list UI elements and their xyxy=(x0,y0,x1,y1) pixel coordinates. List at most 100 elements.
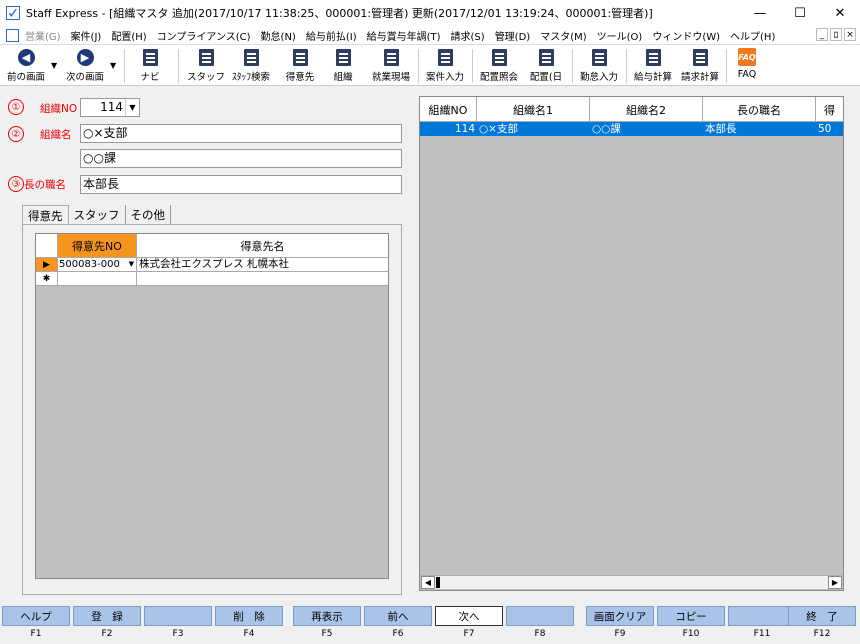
f7-next-button[interactable]: 次へ xyxy=(435,606,503,626)
menu-placement[interactable]: 配置(H) xyxy=(111,28,146,43)
maximize-button[interactable]: ☐ xyxy=(780,0,820,26)
column-header-org-name1[interactable]: 組織名1 xyxy=(477,97,590,122)
payroll-calc-icon xyxy=(645,48,661,66)
tab-customer[interactable]: 得意先 xyxy=(22,205,69,226)
worksite-icon xyxy=(383,48,399,66)
marker-2: ② xyxy=(8,126,24,142)
f4-delete-button[interactable]: 削 除 xyxy=(215,606,283,626)
billing-calc-button[interactable]: 請求計算 xyxy=(677,45,723,86)
prev-history-dropdown-icon[interactable]: ▼ xyxy=(51,61,57,70)
customer-grid[interactable]: 得意先NO 得意先名 ▶ 500083-000 ▼ 株式会社エクスプレス 札幌本… xyxy=(35,233,389,579)
customer-no-cell[interactable]: 500083-000 ▼ xyxy=(58,258,137,272)
customer-name-cell[interactable]: 株式会社エクスプレス 札幌本社 xyxy=(137,258,388,272)
menu-case[interactable]: 案件(J) xyxy=(71,28,102,43)
scroll-right-icon[interactable]: ▶ xyxy=(828,576,842,589)
org-no-value: 114 xyxy=(100,100,123,114)
f12-exit-button[interactable]: 終 了 xyxy=(788,606,856,626)
column-header-customer[interactable]: 得 xyxy=(816,97,843,122)
tab-staff[interactable]: スタッフ xyxy=(69,205,126,226)
chevron-down-icon[interactable]: ▼ xyxy=(129,258,134,271)
prev-screen-button[interactable]: ◀ 前の画面 xyxy=(4,45,48,86)
title-bar: Staff Express - [組織マスタ 追加(2017/10/17 11:… xyxy=(0,0,860,26)
organization-list-grid[interactable]: 組織NO 組織名1 組織名2 長の職名 得 114 ○×支部 ○○課 本部長 5… xyxy=(419,96,844,591)
org-name-1-field[interactable]: ○×支部 xyxy=(80,124,402,143)
head-title-field[interactable]: 本部長 xyxy=(80,175,402,194)
menu-billing[interactable]: 請求(S) xyxy=(451,28,485,43)
staff-search-button[interactable]: ｽﾀｯﾌ検索 xyxy=(228,45,274,86)
minimize-button[interactable]: — xyxy=(740,0,780,26)
placement-day-button[interactable]: 配置(日 xyxy=(526,45,566,86)
menu-tools[interactable]: ツール(O) xyxy=(597,28,643,43)
customer-button[interactable]: 得意先 xyxy=(280,45,320,86)
staff-icon xyxy=(198,48,214,66)
menu-compliance[interactable]: コンプライアンス(C) xyxy=(157,28,251,43)
worksite-button[interactable]: 就業現場 xyxy=(368,45,414,86)
app-icon xyxy=(6,6,20,20)
column-header-customer-no[interactable]: 得意先NO xyxy=(58,234,137,258)
column-header-org-no[interactable]: 組織NO xyxy=(420,97,477,122)
menu-bar: 営業(G) 案件(J) 配置(H) コンプライアンス(C) 勤怠(N) 給与前払… xyxy=(0,26,860,45)
f10-copy-button[interactable]: コピー xyxy=(657,606,725,626)
attendance-entry-button[interactable]: 勤怠入力 xyxy=(576,45,622,86)
tab-strip: 得意先 スタッフ その他 xyxy=(22,205,171,226)
scroll-left-icon[interactable]: ◀ xyxy=(421,576,435,589)
tab-other[interactable]: その他 xyxy=(126,205,171,226)
row-selector-icon[interactable]: ▶ xyxy=(36,258,58,272)
horizontal-scrollbar[interactable]: ◀ ▶ xyxy=(421,575,842,589)
menu-help[interactable]: ヘルプ(H) xyxy=(730,28,775,43)
marker-3: ③ xyxy=(8,176,24,192)
head-title-label: 長の職名 xyxy=(24,179,66,191)
menu-sales[interactable]: 営業(G) xyxy=(25,28,61,43)
table-row[interactable]: 114 ○×支部 ○○課 本部長 50 xyxy=(420,122,843,136)
chevron-down-icon[interactable]: ▼ xyxy=(125,99,139,116)
payroll-calc-button[interactable]: 給与計算 xyxy=(630,45,676,86)
placement-inquiry-button[interactable]: 配置照会 xyxy=(476,45,522,86)
f2-register-button[interactable]: 登 録 xyxy=(73,606,141,626)
org-name-2-field[interactable]: ○○課 xyxy=(80,149,402,168)
f8-button[interactable] xyxy=(506,606,574,626)
faq-icon: FAQ xyxy=(738,48,756,66)
customer-name-cell-new[interactable] xyxy=(137,272,388,286)
f9-clear-button[interactable]: 画面クリア xyxy=(586,606,654,626)
mdi-close-button[interactable]: × xyxy=(844,28,856,41)
column-header-customer-name[interactable]: 得意先名 xyxy=(137,234,388,258)
f6-prev-button[interactable]: 前へ xyxy=(364,606,432,626)
column-header-org-name2[interactable]: 組織名2 xyxy=(590,97,703,122)
arrow-right-icon: ▶ xyxy=(76,48,94,66)
placement-inquiry-icon xyxy=(491,48,507,66)
menu-attendance[interactable]: 勤怠(N) xyxy=(261,28,296,43)
menu-master[interactable]: マスタ(M) xyxy=(540,28,586,43)
next-screen-button[interactable]: ▶ 次の画面 xyxy=(62,45,108,86)
function-key-bar: ヘルプ F1 登 録 F2 F3 削 除 F4 再表示 F5 前へ F6 次へ … xyxy=(0,604,860,644)
org-name-label: 組織名 xyxy=(40,129,72,141)
new-row-icon[interactable]: ✱ xyxy=(36,272,58,286)
close-button[interactable]: ✕ xyxy=(820,0,860,26)
case-entry-button[interactable]: 案件入力 xyxy=(422,45,468,86)
menu-window[interactable]: ウィンドウ(W) xyxy=(652,28,720,43)
billing-calc-icon xyxy=(692,48,708,66)
navi-button[interactable]: ナビ xyxy=(136,45,164,86)
new-row[interactable]: ✱ xyxy=(36,272,388,286)
staff-button[interactable]: スタッフ xyxy=(186,45,226,86)
table-row[interactable]: ▶ 500083-000 ▼ 株式会社エクスプレス 札幌本社 xyxy=(36,258,388,272)
next-history-dropdown-icon[interactable]: ▼ xyxy=(110,61,116,70)
mdi-minimize-button[interactable]: _ xyxy=(816,28,828,41)
column-header-head-title[interactable]: 長の職名 xyxy=(703,97,816,122)
organization-button[interactable]: 組織 xyxy=(328,45,358,86)
faq-button[interactable]: FAQ FAQ xyxy=(732,45,762,86)
grid-corner[interactable] xyxy=(36,234,58,258)
menu-advance-pay[interactable]: 給与前払(I) xyxy=(306,28,357,43)
f5-refresh-button[interactable]: 再表示 xyxy=(293,606,361,626)
mdi-restore-button[interactable]: ﾛ xyxy=(830,28,842,41)
f3-button[interactable] xyxy=(144,606,212,626)
menu-admin[interactable]: 管理(D) xyxy=(495,28,531,43)
scroll-thumb[interactable] xyxy=(436,577,440,588)
customer-no-cell-new[interactable] xyxy=(58,272,137,286)
f1-help-button[interactable]: ヘルプ xyxy=(2,606,70,626)
f11-button[interactable] xyxy=(728,606,796,626)
org-no-combo[interactable]: 114 ▼ xyxy=(80,98,140,117)
placement-day-icon xyxy=(538,48,554,66)
navi-icon xyxy=(142,48,158,66)
window-title: Staff Express - [組織マスタ 追加(2017/10/17 11:… xyxy=(26,7,653,20)
menu-payroll[interactable]: 給与賞与年調(T) xyxy=(367,28,441,43)
